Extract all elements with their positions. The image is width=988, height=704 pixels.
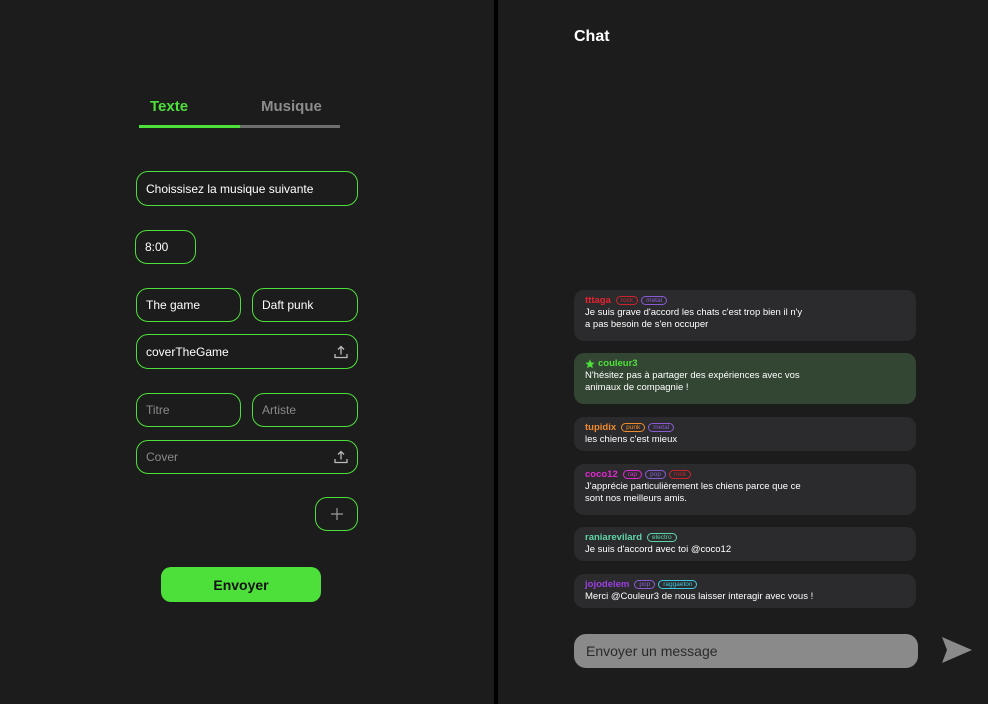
upload-icon[interactable]	[333, 449, 349, 465]
track1-artist-value: Daft punk	[262, 298, 314, 312]
genre-tag: metal	[648, 423, 675, 432]
chat-title: Chat	[574, 28, 610, 45]
message-username[interactable]: coco12	[585, 469, 618, 480]
message-text: animaux de compagnie !	[585, 382, 689, 393]
message-username[interactable]: tupidix	[585, 422, 616, 433]
message-text: J'apprécie particulièrement les chiens p…	[585, 481, 801, 492]
tab-indicator-active	[139, 125, 240, 128]
message-username[interactable]: jojodelem	[585, 579, 629, 590]
chat-message: raniarevilard electro Je suis d'accord a…	[574, 527, 916, 561]
genre-tag: pop	[645, 470, 667, 479]
chat-message-input[interactable]: Envoyer un message	[574, 634, 918, 668]
track2-artist-input[interactable]: Artiste	[252, 393, 358, 427]
track2-title-placeholder: Titre	[146, 403, 170, 417]
genre-tag: metal	[641, 296, 668, 305]
message-text: Je suis d'accord avec toi @coco12	[585, 544, 732, 555]
chat-message: coco12 rap pop rock J'apprécie particuli…	[574, 464, 916, 515]
message-text: Merci @Couleur3 de nous laisser interagi…	[585, 591, 814, 602]
message-text: les chiens c'est mieux	[585, 434, 678, 445]
star-icon	[585, 358, 595, 368]
track1-cover-input[interactable]: coverTheGame	[136, 334, 358, 369]
track2-cover-placeholder: Cover	[146, 450, 179, 464]
send-icon[interactable]	[940, 633, 974, 667]
genre-tag: rock	[669, 470, 692, 479]
genre-tag: electro	[647, 533, 677, 542]
message-text: sont nos meilleurs amis.	[585, 493, 687, 504]
tab-musique[interactable]: Musique	[261, 98, 322, 115]
message-username[interactable]: raniarevilard	[585, 532, 642, 543]
plus-icon	[330, 508, 343, 520]
track1-title-input[interactable]: The game	[136, 288, 241, 322]
submit-button[interactable]: Envoyer	[161, 567, 321, 602]
track1-title-value: The game	[146, 298, 201, 312]
genre-tag: rock	[615, 296, 639, 305]
chat-message-moderator: couleur3 N'hésitez pas à partager des ex…	[574, 353, 916, 404]
message-text: a pas besoin de s'en occuper	[585, 319, 709, 330]
track2-cover-input[interactable]: Cover	[136, 440, 358, 474]
tab-indicator-inactive	[240, 125, 340, 128]
question-value: Choissisez la musique suivante	[146, 181, 314, 196]
message-text: Je suis grave d'accord les chats c'est t…	[585, 307, 803, 318]
chat-input-placeholder: Envoyer un message	[586, 643, 718, 659]
track1-artist-input[interactable]: Daft punk	[252, 288, 358, 322]
track2-artist-placeholder: Artiste	[262, 403, 297, 417]
question-input[interactable]: Choissisez la musique suivante	[136, 171, 358, 206]
time-value: 8:00	[145, 240, 169, 254]
genre-tag: pop	[634, 580, 656, 589]
time-input[interactable]: 8:00	[135, 230, 196, 264]
genre-tag: punk	[621, 423, 646, 432]
track1-cover-value: coverTheGame	[146, 344, 229, 359]
chat-message: tttaga rock metal Je suis grave d'accord…	[574, 290, 916, 341]
track2-title-input[interactable]: Titre	[136, 393, 241, 427]
tab-texte[interactable]: Texte	[150, 98, 188, 115]
message-username[interactable]: tttaga	[585, 295, 611, 306]
upload-icon[interactable]	[333, 344, 349, 360]
composer-panel: Texte Musique Choissisez la musique suiv…	[0, 0, 494, 704]
add-track-button[interactable]	[315, 497, 358, 531]
message-username[interactable]: couleur3	[598, 358, 638, 369]
genre-tag: raggaeton	[658, 580, 698, 589]
genre-tag: rap	[622, 470, 643, 479]
chat-panel: Chat tttaga rock metal Je suis grave d'a…	[498, 0, 988, 704]
chat-message: tupidix punk metal les chiens c'est mieu…	[574, 417, 916, 451]
chat-message: jojodelem pop raggaeton Merci @Couleur3 …	[574, 574, 916, 608]
message-text: N'hésitez pas à partager des expériences…	[585, 370, 800, 381]
